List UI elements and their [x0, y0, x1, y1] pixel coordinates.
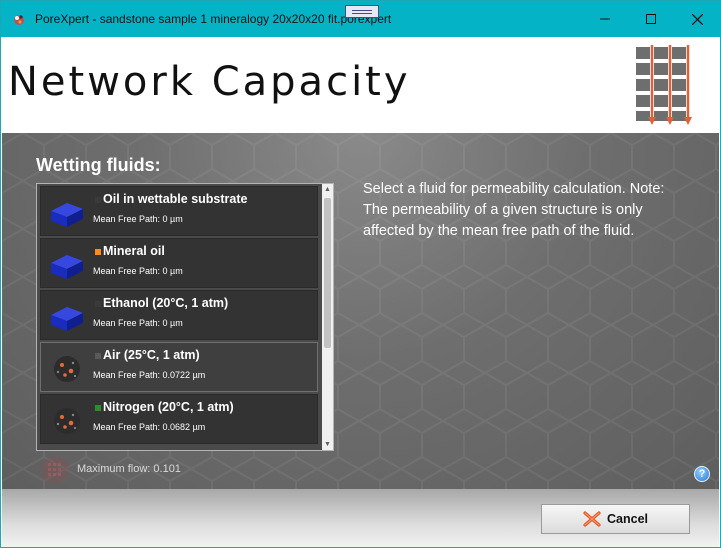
- footer-bar: Cancel: [2, 489, 719, 547]
- close-button[interactable]: [674, 1, 720, 37]
- cancel-button[interactable]: Cancel: [541, 504, 690, 534]
- fluid-color-swatch: [95, 301, 101, 307]
- main-panel: Wetting fluids: Oil in wettable substrat…: [2, 133, 719, 489]
- fluid-color-swatch: [95, 405, 101, 411]
- fluid-name: Oil in wettable substrate: [103, 192, 248, 206]
- fluid-mean-free-path: Mean Free Path: 0.0722 µm: [93, 370, 206, 380]
- list-item[interactable]: Mineral oil Mean Free Path: 0 µm: [40, 238, 318, 288]
- cancel-button-label: Cancel: [607, 512, 648, 526]
- drag-handle-icon[interactable]: [345, 5, 379, 18]
- list-scrollbar[interactable]: ▲ ▼: [322, 184, 333, 450]
- section-title: Wetting fluids:: [36, 155, 161, 175]
- close-icon: [691, 13, 703, 25]
- gas-particles-icon: [54, 408, 80, 434]
- cube-icon: [51, 203, 83, 227]
- page-title: Network Capacity: [8, 59, 411, 105]
- fluid-color-swatch: [95, 249, 101, 255]
- scroll-down-icon[interactable]: ▼: [322, 439, 333, 450]
- max-flow-label: Maximum flow: 0.101: [77, 463, 181, 475]
- fluid-name: Nitrogen (20°C, 1 atm): [103, 400, 234, 414]
- fluid-name: Air (25°C, 1 atm): [103, 348, 200, 362]
- fluid-mean-free-path: Mean Free Path: 0 µm: [93, 318, 183, 328]
- minimize-icon: [600, 18, 610, 20]
- fluid-color-swatch: [95, 197, 101, 203]
- gas-particles-icon: [54, 356, 80, 382]
- cancel-x-icon: [583, 511, 601, 527]
- cube-icon: [51, 307, 83, 331]
- cube-icon: [51, 255, 83, 279]
- app-icon: [14, 15, 24, 25]
- fluid-mean-free-path: Mean Free Path: 0 µm: [93, 266, 183, 276]
- maximize-button[interactable]: [628, 1, 674, 37]
- page-header: Network Capacity: [2, 37, 719, 133]
- app-window: PoreXpert - sandstone sample 1 mineralog…: [0, 0, 721, 548]
- list-item[interactable]: Air (25°C, 1 atm) Mean Free Path: 0.0722…: [40, 342, 318, 392]
- max-flow-icon: [41, 456, 69, 484]
- scroll-thumb[interactable]: [324, 198, 331, 348]
- maximize-icon: [646, 14, 656, 24]
- fluid-mean-free-path: Mean Free Path: 0.0682 µm: [93, 422, 206, 432]
- instructions-text: Select a fluid for permeability calculat…: [363, 181, 665, 239]
- list-item[interactable]: Oil in wettable substrate Mean Free Path…: [40, 186, 318, 236]
- scroll-up-icon[interactable]: ▲: [322, 184, 333, 195]
- list-item[interactable]: Ethanol (20°C, 1 atm) Mean Free Path: 0 …: [40, 290, 318, 340]
- fluid-mean-free-path: Mean Free Path: 0 µm: [93, 214, 183, 224]
- fluid-name: Mineral oil: [103, 244, 165, 258]
- fluid-name: Ethanol (20°C, 1 atm): [103, 296, 229, 310]
- minimize-button[interactable]: [582, 1, 628, 37]
- network-capacity-logo-icon: [636, 45, 692, 125]
- fluid-list[interactable]: Oil in wettable substrate Mean Free Path…: [36, 183, 334, 451]
- title-bar[interactable]: PoreXpert - sandstone sample 1 mineralog…: [1, 1, 720, 37]
- list-item[interactable]: Nitrogen (20°C, 1 atm) Mean Free Path: 0…: [40, 394, 318, 444]
- fluid-color-swatch: [95, 353, 101, 359]
- help-icon[interactable]: ?: [694, 466, 710, 482]
- window-title: PoreXpert - sandstone sample 1 mineralog…: [35, 12, 392, 26]
